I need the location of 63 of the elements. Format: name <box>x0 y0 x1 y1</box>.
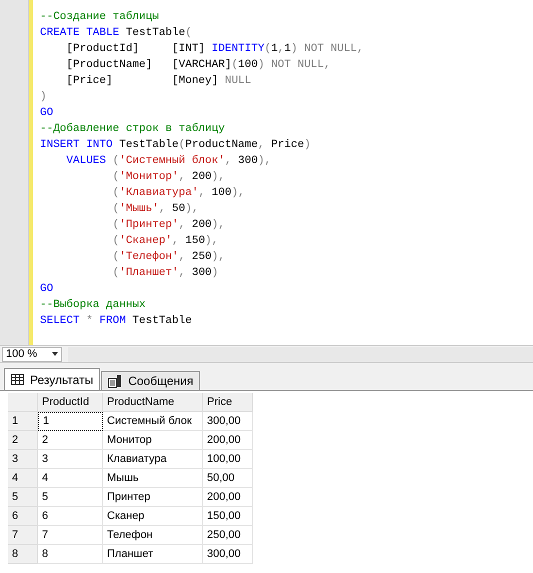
code-line: VALUES ('Системный блок', 300), <box>65 154 272 169</box>
horizontal-scrollbar[interactable] <box>68 346 533 362</box>
table-cell[interactable]: 50,00 <box>203 469 253 488</box>
table-cell[interactable]: 3 <box>38 450 103 469</box>
table-cell[interactable]: Клавиатура <box>103 450 203 469</box>
code-line: [ProductId] [INT] IDENTITY(1,1) NOT NULL, <box>65 42 364 57</box>
row-number[interactable]: 6 <box>8 507 38 526</box>
table-cell[interactable]: 8 <box>38 545 103 564</box>
table-cell[interactable]: Планшет <box>103 545 203 564</box>
table-cell[interactable]: Принтер <box>103 488 203 507</box>
code-line: [Price] [Money] NULL <box>65 74 252 89</box>
column-header[interactable]: ProductId <box>38 393 103 412</box>
table-cell[interactable]: 5 <box>38 488 103 507</box>
result-tab[interactable]: Сообщения <box>101 371 200 390</box>
table-cell[interactable]: Телефон <box>103 526 203 545</box>
code-line: ('Планшет', 300) <box>112 266 218 281</box>
code-line: SELECT * FROM TestTable <box>40 314 192 329</box>
table-cell[interactable]: 1 <box>38 412 103 431</box>
caret-icon <box>52 352 58 356</box>
code-line: ('Принтер', 200), <box>112 218 225 233</box>
table-cell[interactable]: Мышь <box>103 469 203 488</box>
row-number[interactable]: 2 <box>8 431 38 450</box>
code-line: ('Мышь', 50), <box>112 202 198 217</box>
column-header[interactable]: ProductName <box>103 393 203 412</box>
code-line: INSERT INTO TestTable(ProductName, Price) <box>40 138 311 153</box>
code-line: GO <box>40 282 54 297</box>
table-cell[interactable]: 2 <box>38 431 103 450</box>
table-cell[interactable]: 300,00 <box>203 545 253 564</box>
table-cell[interactable]: 6 <box>38 507 103 526</box>
row-number[interactable]: 8 <box>8 545 38 564</box>
code-line: CREATE TABLE TestTable( <box>40 26 192 41</box>
row-number[interactable]: 1 <box>8 412 38 431</box>
table-cell[interactable]: 250,00 <box>203 526 253 545</box>
table-cell[interactable]: 100,00 <box>203 450 253 469</box>
code-line: --Добавление строк в таблицу <box>40 122 225 137</box>
table-cell[interactable]: Сканер <box>103 507 203 526</box>
code-line: ) <box>40 90 47 105</box>
code-line: --Выборка данных <box>40 298 146 313</box>
column-header[interactable]: Price <box>203 393 253 412</box>
row-number[interactable]: 4 <box>8 469 38 488</box>
code-line: [ProductName] [VARCHAR](100) NOT NULL, <box>65 58 330 73</box>
table-cell[interactable]: 7 <box>38 526 103 545</box>
row-number[interactable]: 3 <box>8 450 38 469</box>
table-cell[interactable]: 200,00 <box>203 488 253 507</box>
document-icon <box>108 374 122 388</box>
code-line: ('Клавиатура', 100), <box>112 186 245 201</box>
header-cell <box>8 393 38 412</box>
table-cell[interactable]: Системный блок <box>103 412 203 431</box>
code-line: ('Монитор', 200), <box>112 170 225 185</box>
result-tab[interactable]: Результаты <box>4 368 100 390</box>
grid-icon <box>11 374 24 385</box>
table-cell[interactable]: 4 <box>38 469 103 488</box>
table-cell[interactable]: 150,00 <box>203 507 253 526</box>
row-number[interactable]: 7 <box>8 526 38 545</box>
table-cell[interactable]: 200,00 <box>203 431 253 450</box>
code-line: GO <box>40 106 54 121</box>
zoom-dropdown[interactable]: 100 % <box>2 346 62 362</box>
code-line: ('Телефон', 250), <box>112 250 225 265</box>
table-cell[interactable]: Монитор <box>103 431 203 450</box>
row-number[interactable]: 5 <box>8 488 38 507</box>
code-line: ('Сканер', 150), <box>112 234 218 249</box>
table-cell[interactable]: 300,00 <box>203 412 253 431</box>
code-line: --Создание таблицы <box>40 10 159 25</box>
